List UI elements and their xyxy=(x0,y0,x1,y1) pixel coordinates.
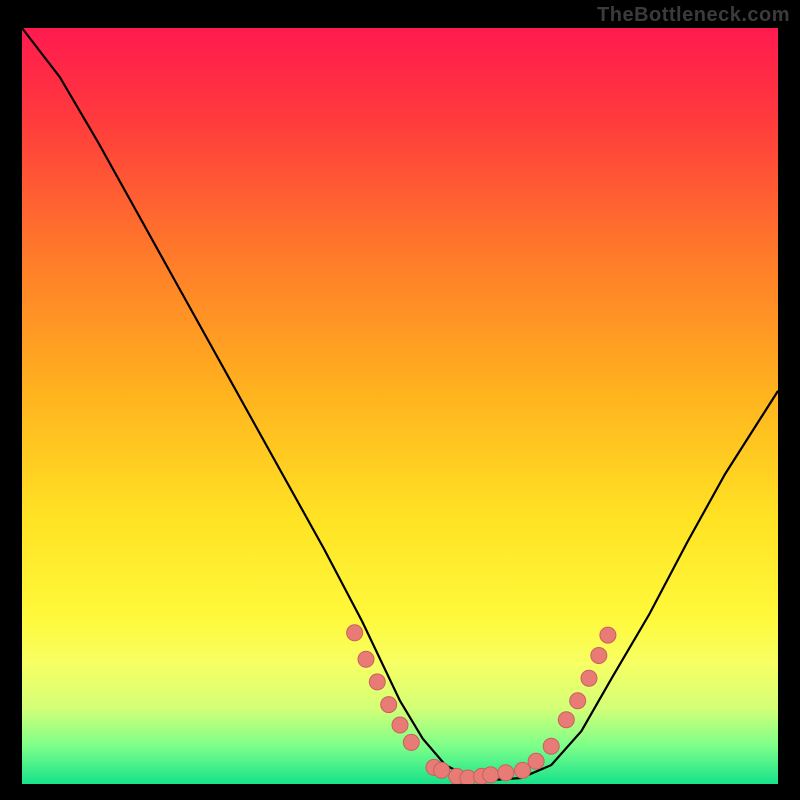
data-marker xyxy=(358,651,374,667)
data-marker xyxy=(403,734,419,750)
data-marker xyxy=(528,753,544,769)
data-marker xyxy=(600,627,616,643)
data-marker xyxy=(381,697,397,713)
data-marker xyxy=(434,762,450,778)
data-marker xyxy=(515,762,531,778)
data-marker xyxy=(543,738,559,754)
data-marker xyxy=(392,717,408,733)
data-marker xyxy=(498,765,514,781)
data-marker xyxy=(570,693,586,709)
watermark-text: TheBottleneck.com xyxy=(597,4,790,27)
data-marker xyxy=(558,712,574,728)
data-marker xyxy=(591,648,607,664)
data-marker xyxy=(369,674,385,690)
gradient-background xyxy=(22,28,778,784)
data-marker xyxy=(483,767,499,783)
data-marker xyxy=(347,625,363,641)
chart-stage: TheBottleneck.com xyxy=(0,0,800,800)
plot-area xyxy=(22,28,778,784)
chart-svg xyxy=(22,28,778,784)
data-marker xyxy=(581,670,597,686)
